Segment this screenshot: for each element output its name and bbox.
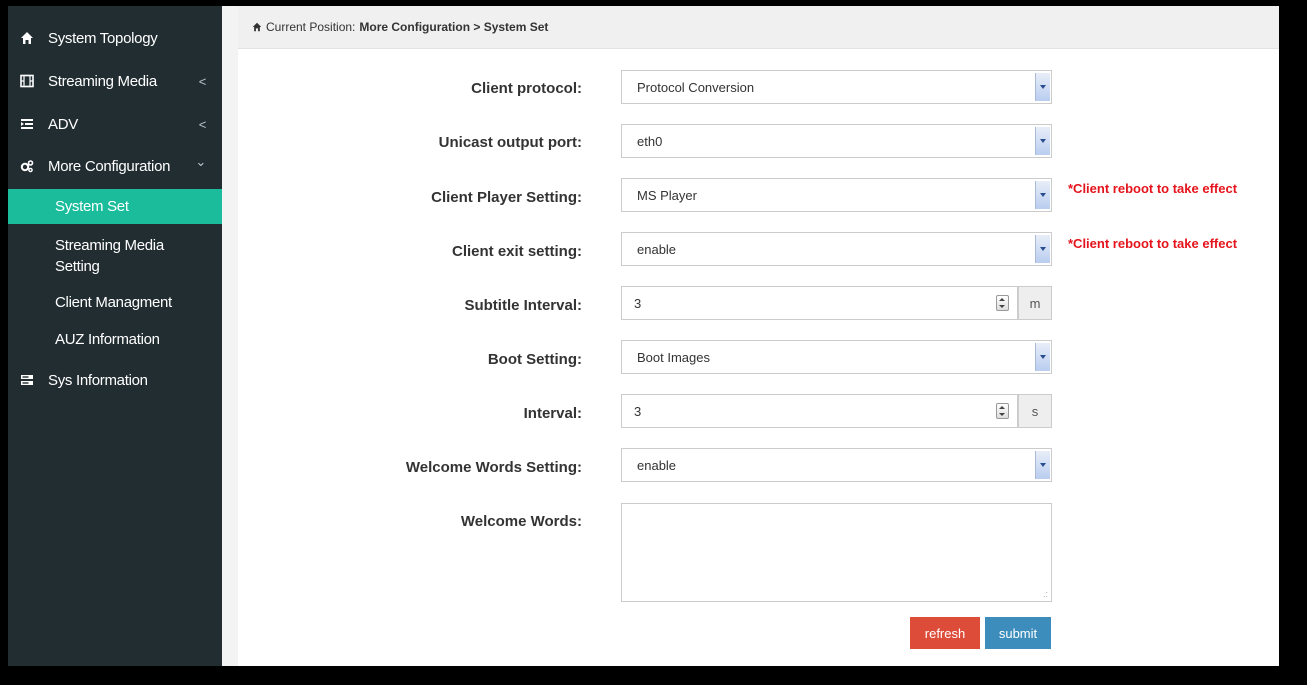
film-icon	[20, 74, 34, 88]
content-panel: Current Position: More Configuration > S…	[238, 6, 1279, 666]
sidebar-subitem-system-set[interactable]: System Set	[8, 189, 222, 224]
client-exit-setting-label: Client exit setting:	[451, 243, 582, 260]
breadcrumb-path: More Configuration > System Set	[359, 20, 549, 34]
app-window: System Topology Streaming Media < ADV < …	[8, 6, 1279, 666]
dropdown-arrow-icon[interactable]	[1035, 127, 1050, 155]
reboot-note: *Client reboot to take effect	[1068, 236, 1238, 251]
submit-button[interactable]: submit	[985, 617, 1051, 649]
client-player-setting-select[interactable]: MS Player	[621, 178, 1052, 212]
sidebar-item-sys-information[interactable]: Sys Information	[8, 360, 222, 400]
resize-grip-icon[interactable]: .:	[1043, 590, 1048, 599]
chevron-left-icon: <	[198, 116, 207, 132]
sidebar-item-label: System Topology	[48, 29, 158, 47]
client-protocol-label: Client protocol:	[471, 80, 582, 97]
breadcrumb: Current Position: More Configuration > S…	[238, 6, 1279, 49]
subtitle-interval-unit: m	[1018, 286, 1052, 320]
sidebar-item-label: Sys Information	[48, 371, 148, 389]
dropdown-arrow-icon[interactable]	[1035, 451, 1050, 479]
sidebar-item-label: More Configuration	[48, 157, 171, 175]
number-spinner[interactable]	[996, 403, 1009, 419]
sidebar-item-system-topology[interactable]: System Topology	[8, 18, 222, 58]
sidebar-item-label: Streaming Media	[48, 72, 157, 90]
reboot-note: *Client reboot to take effect	[1068, 181, 1238, 196]
interval-unit: s	[1018, 394, 1052, 428]
welcome-words-setting-label: Welcome Words Setting:	[405, 459, 582, 476]
dropdown-arrow-icon[interactable]	[1035, 181, 1050, 209]
interval-label: Interval:	[523, 405, 582, 422]
client-player-setting-label: Client Player Setting:	[431, 189, 582, 206]
refresh-button[interactable]: refresh	[910, 617, 980, 649]
dropdown-arrow-icon[interactable]	[1035, 343, 1050, 371]
home-icon	[252, 22, 262, 32]
chevron-down-icon: ⌄	[195, 154, 206, 169]
welcome-words-setting-select[interactable]: enable	[621, 448, 1052, 482]
boot-setting-label: Boot Setting:	[487, 351, 582, 368]
sidebar: System Topology Streaming Media < ADV < …	[8, 6, 222, 666]
sidebar-item-label: ADV	[48, 115, 78, 133]
list-indent-icon	[20, 117, 34, 131]
unicast-output-port-select[interactable]: eth0	[621, 124, 1052, 158]
number-spinner[interactable]	[996, 295, 1009, 311]
unicast-output-port-label: Unicast output port:	[438, 134, 582, 151]
home-icon	[20, 31, 34, 45]
welcome-words-label: Welcome Words:	[460, 513, 582, 530]
subtitle-interval-label: Subtitle Interval:	[464, 297, 582, 314]
server-icon	[20, 373, 34, 387]
sidebar-item-streaming-media[interactable]: Streaming Media <	[8, 61, 222, 101]
sidebar-subitem-client-managment[interactable]: Client Managment	[8, 292, 222, 313]
client-protocol-select[interactable]: Protocol Conversion	[621, 70, 1052, 104]
client-exit-setting-select[interactable]: enable	[621, 232, 1052, 266]
sidebar-item-adv[interactable]: ADV <	[8, 104, 222, 144]
dropdown-arrow-icon[interactable]	[1035, 73, 1050, 101]
interval-input[interactable]: 3	[621, 394, 1018, 428]
boot-setting-select[interactable]: Boot Images	[621, 340, 1052, 374]
dropdown-arrow-icon[interactable]	[1035, 235, 1050, 263]
sidebar-subitem-streaming-media-setting[interactable]: Streaming Media Setting	[8, 235, 222, 277]
sidebar-subitem-auz-information[interactable]: AUZ Information	[8, 329, 222, 350]
breadcrumb-prefix: Current Position:	[266, 20, 356, 34]
cogs-icon	[20, 159, 34, 173]
welcome-words-textarea[interactable]: .:	[621, 503, 1052, 602]
chevron-left-icon: <	[198, 73, 207, 89]
subtitle-interval-input[interactable]: 3	[621, 286, 1018, 320]
main-area: Current Position: More Configuration > S…	[222, 6, 1279, 666]
sidebar-item-more-configuration[interactable]: More Configuration ⌄	[8, 146, 222, 186]
